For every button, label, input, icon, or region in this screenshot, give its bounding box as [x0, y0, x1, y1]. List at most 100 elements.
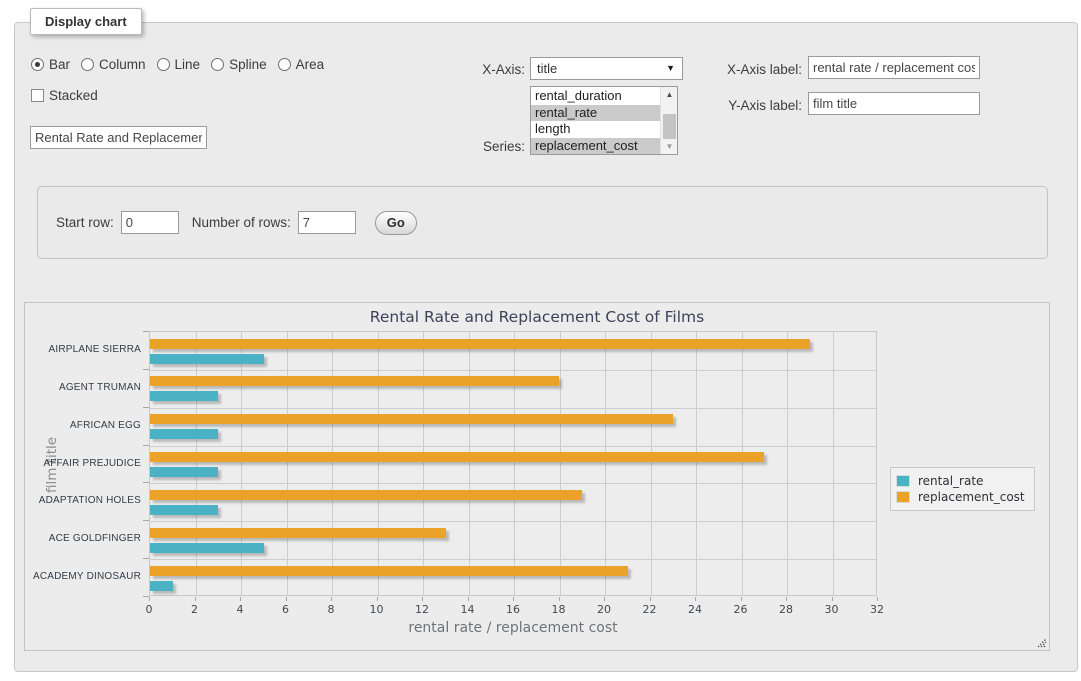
x-axis-tick: [695, 597, 696, 601]
gridline: [469, 332, 470, 595]
x-tick-label: 8: [316, 603, 346, 616]
legend-swatch-rental_rate: [896, 475, 910, 487]
gridline: [150, 483, 876, 484]
chart-panel: Rental Rate and Replacement Cost of Film…: [24, 302, 1050, 651]
x-axis-tick: [650, 597, 651, 601]
chart-type-option: Spline: [211, 57, 267, 72]
x-tick-label: 4: [225, 603, 255, 616]
bar-replacement_cost: [150, 528, 446, 538]
gridline: [423, 332, 424, 595]
go-button[interactable]: Go: [375, 211, 417, 235]
chart-type-option: Line: [157, 57, 201, 72]
chart-title: Rental Rate and Replacement Cost of Film…: [25, 308, 1049, 326]
y-axis-tick: [143, 407, 149, 408]
series-multiselect[interactable]: rental_durationrental_ratelengthreplacem…: [530, 86, 678, 155]
x-tick-label: 10: [362, 603, 392, 616]
x-axis-select[interactable]: title ▼: [530, 57, 683, 80]
scrollbar-thumb[interactable]: [663, 114, 676, 139]
x-tick-label: 22: [635, 603, 665, 616]
chart-type-radios: Bar Column Line Spline Area: [31, 57, 335, 72]
gridline: [150, 446, 876, 447]
gridline: [332, 332, 333, 595]
x-tick-label: 28: [771, 603, 801, 616]
x-axis-select-label: X-Axis:: [425, 62, 525, 77]
start-row-label: Start row:: [56, 215, 114, 230]
x-tick-label: 14: [453, 603, 483, 616]
x-axis-tick: [149, 597, 150, 601]
gridline: [150, 408, 876, 409]
gridline: [378, 332, 379, 595]
start-row-input[interactable]: [121, 211, 179, 234]
gridline: [742, 332, 743, 595]
category-label: AFFAIR PREJUDICE: [25, 458, 141, 469]
scroll-up-icon[interactable]: ▲: [661, 87, 678, 102]
scroll-down-icon[interactable]: ▼: [661, 139, 678, 154]
chart-type-option: Area: [278, 57, 325, 72]
series-option-replacement_cost[interactable]: replacement_cost: [531, 138, 660, 155]
gridline: [196, 332, 197, 595]
x-tick-label: 26: [726, 603, 756, 616]
series-options: rental_durationrental_ratelengthreplacem…: [531, 88, 660, 154]
category-label: ACE GOLDFINGER: [25, 533, 141, 544]
bar-replacement_cost: [150, 566, 628, 576]
series-option-length[interactable]: length: [531, 121, 660, 138]
x-axis-tick: [286, 597, 287, 601]
gridline: [605, 332, 606, 595]
series-scrollbar[interactable]: ▲ ▼: [660, 87, 677, 154]
category-label: AFRICAN EGG: [25, 420, 141, 431]
y-axis-label-input[interactable]: [808, 92, 980, 115]
chart-title-input[interactable]: [30, 126, 207, 149]
radio-bar[interactable]: [31, 58, 44, 71]
x-axis-selected-value: title: [537, 61, 557, 76]
x-axis-tick: [559, 597, 560, 601]
x-tick-label: 24: [680, 603, 710, 616]
x-tick-label: 12: [407, 603, 437, 616]
stacked-checkbox[interactable]: [31, 89, 44, 102]
gridline: [150, 521, 876, 522]
bar-replacement_cost: [150, 414, 673, 424]
x-axis-title: rental rate / replacement cost: [149, 620, 877, 636]
category-label: AGENT TRUMAN: [25, 382, 141, 393]
x-axis-tick: [877, 597, 878, 601]
y-axis-tick: [143, 558, 149, 559]
legend-item: replacement_cost: [896, 490, 1025, 504]
radio-spline[interactable]: [211, 58, 224, 71]
stacked-row: Stacked: [31, 88, 98, 103]
resize-grip-icon[interactable]: [1035, 636, 1047, 648]
gridline: [287, 332, 288, 595]
gridline: [833, 332, 834, 595]
num-rows-input[interactable]: [298, 211, 356, 234]
x-axis-tick: [786, 597, 787, 601]
legend-swatch-replacement_cost: [896, 491, 910, 503]
x-tick-label: 6: [271, 603, 301, 616]
x-tick-label: 20: [589, 603, 619, 616]
series-select-label: Series:: [425, 139, 525, 154]
bar-replacement_cost: [150, 490, 582, 500]
x-tick-label: 2: [180, 603, 210, 616]
radio-column[interactable]: [81, 58, 94, 71]
x-axis-label-label: X-Axis label:: [690, 62, 802, 77]
x-axis-label-input[interactable]: [808, 56, 980, 79]
plot-area: [149, 331, 877, 596]
bar-rental_rate: [150, 429, 218, 439]
y-axis-tick: [143, 331, 149, 332]
chart-type-option: Bar: [31, 57, 70, 72]
display-chart-page: Display chart BarColumnLineSplineArea St…: [0, 0, 1081, 681]
radio-line[interactable]: [157, 58, 170, 71]
legend-label: replacement_cost: [918, 490, 1025, 504]
x-tick-label: 30: [817, 603, 847, 616]
radio-label: Line: [175, 57, 201, 72]
chart-type-option: Column: [81, 57, 146, 72]
series-option-rental_duration[interactable]: rental_duration: [531, 88, 660, 105]
x-axis-tick: [331, 597, 332, 601]
gridline: [560, 332, 561, 595]
radio-area[interactable]: [278, 58, 291, 71]
stacked-label: Stacked: [49, 88, 98, 103]
radio-label: Area: [296, 57, 325, 72]
series-option-rental_rate[interactable]: rental_rate: [531, 105, 660, 122]
category-label: AIRPLANE SIERRA: [25, 344, 141, 355]
gridline: [150, 370, 876, 371]
category-label: ADAPTATION HOLES: [25, 495, 141, 506]
bar-rental_rate: [150, 354, 264, 364]
num-rows-label: Number of rows:: [192, 215, 291, 230]
